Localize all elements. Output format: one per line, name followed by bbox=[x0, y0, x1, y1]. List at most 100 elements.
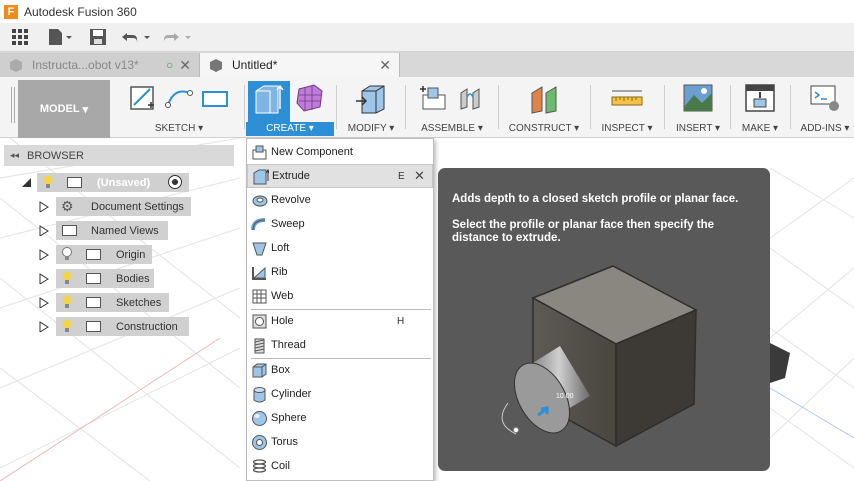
close-icon[interactable]: ✕ bbox=[179, 57, 191, 74]
visibility-bulb-icon[interactable] bbox=[42, 175, 54, 189]
menu-item-new-component[interactable]: New Component bbox=[247, 140, 433, 164]
folder-icon bbox=[86, 297, 101, 308]
make-menu-label[interactable]: MAKE bbox=[742, 123, 770, 134]
collapse-icon[interactable]: ◂◂ bbox=[10, 150, 19, 161]
new-component-icon[interactable] bbox=[419, 83, 449, 113]
redo-button[interactable] bbox=[158, 23, 198, 52]
redo-icon bbox=[163, 33, 191, 43]
shortcut-key: H bbox=[397, 315, 405, 327]
menu-item-revolve[interactable]: Revolve bbox=[247, 188, 433, 212]
undo-button[interactable] bbox=[116, 23, 158, 52]
box-icon bbox=[252, 363, 267, 377]
folder-icon bbox=[86, 249, 101, 260]
item-label: Named Views bbox=[91, 224, 159, 237]
cylinder-icon bbox=[253, 386, 266, 402]
3d-print-icon[interactable] bbox=[744, 83, 776, 113]
grid-icon bbox=[12, 29, 28, 45]
form-icon[interactable] bbox=[294, 83, 324, 115]
menu-item-thread[interactable]: Thread bbox=[247, 333, 433, 357]
browser-header[interactable]: ◂◂ BROWSER bbox=[4, 145, 234, 166]
menu-item-rib[interactable]: Rib bbox=[247, 260, 433, 284]
data-panel-button[interactable] bbox=[0, 23, 40, 52]
scripts-icon[interactable] bbox=[809, 83, 841, 113]
document-icon bbox=[10, 59, 22, 72]
expand-right-icon[interactable] bbox=[38, 297, 49, 308]
torus-icon bbox=[252, 434, 267, 450]
tab-untitled[interactable]: Untitled* ✕ bbox=[200, 53, 400, 77]
line-icon[interactable] bbox=[164, 83, 194, 113]
joint-icon[interactable] bbox=[455, 83, 485, 113]
menu-label: Sphere bbox=[271, 412, 307, 424]
close-icon[interactable]: ✕ bbox=[414, 168, 425, 184]
expand-right-icon[interactable] bbox=[38, 249, 49, 260]
inspect-menu-label[interactable]: INSPECT bbox=[602, 123, 645, 134]
save-icon bbox=[90, 29, 106, 45]
save-button[interactable] bbox=[80, 23, 116, 52]
file-icon bbox=[49, 29, 72, 45]
tab-label: Untitled* bbox=[232, 58, 278, 72]
visibility-bulb-icon[interactable] bbox=[61, 271, 73, 285]
inspect-group: INSPECT ▾ bbox=[596, 77, 658, 138]
menu-item-cylinder[interactable]: Cylinder bbox=[247, 382, 433, 406]
activate-radio[interactable] bbox=[168, 175, 182, 189]
offset-plane-icon[interactable] bbox=[528, 83, 560, 115]
close-icon[interactable]: ✕ bbox=[379, 57, 391, 74]
expand-right-icon[interactable] bbox=[38, 201, 49, 212]
root-label: (Unsaved) bbox=[97, 176, 151, 189]
expand-right-icon[interactable] bbox=[38, 321, 49, 332]
model-body[interactable] bbox=[770, 343, 790, 383]
press-pull-icon[interactable] bbox=[354, 83, 388, 115]
toolbar-grip[interactable] bbox=[11, 87, 15, 123]
modify-menu-label[interactable]: MODIFY bbox=[348, 123, 387, 134]
loft-icon bbox=[252, 242, 267, 255]
menu-item-loft[interactable]: Loft bbox=[247, 236, 433, 260]
tab-instructables-robot[interactable]: Instructa...obot v13* ○ ✕ bbox=[0, 53, 200, 77]
ribbon-divider bbox=[336, 85, 337, 129]
browser-item-document-settings[interactable]: ⚙ Document Settings bbox=[56, 197, 191, 216]
menu-item-sweep[interactable]: Sweep bbox=[247, 212, 433, 236]
menu-label: Torus bbox=[271, 436, 298, 448]
menu-item-web[interactable]: Web bbox=[247, 284, 433, 308]
workspace-switcher[interactable]: MODEL ▾ bbox=[18, 80, 110, 138]
expand-right-icon[interactable] bbox=[38, 225, 49, 236]
ribbon-divider bbox=[498, 85, 499, 129]
workspace-label: MODEL bbox=[39, 103, 80, 115]
browser-root-node[interactable]: (Unsaved) bbox=[37, 173, 189, 192]
browser-item-sketches[interactable]: Sketches bbox=[56, 293, 169, 312]
browser-item-named-views[interactable]: Named Views bbox=[56, 221, 168, 240]
create-sketch-icon[interactable] bbox=[128, 83, 158, 113]
browser-item-origin[interactable]: Origin bbox=[56, 245, 152, 264]
addins-menu-label[interactable]: ADD-INS bbox=[801, 123, 842, 134]
menu-item-torus[interactable]: Torus bbox=[247, 430, 433, 454]
menu-item-sphere[interactable]: Sphere bbox=[247, 406, 433, 430]
ribbon-divider bbox=[244, 85, 245, 129]
insert-image-icon[interactable] bbox=[682, 83, 714, 113]
browser-item-bodies[interactable]: Bodies bbox=[56, 269, 154, 288]
expand-right-icon[interactable] bbox=[38, 273, 49, 284]
new-component-icon bbox=[252, 145, 267, 159]
menu-label: New Component bbox=[271, 146, 353, 158]
create-menu-label[interactable]: CREATE bbox=[266, 123, 306, 134]
expand-down-icon[interactable] bbox=[21, 177, 32, 188]
rib-icon bbox=[252, 266, 266, 280]
construct-menu-label[interactable]: CONSTRUCT bbox=[509, 123, 572, 134]
menu-item-extrude[interactable]: Extrude E ✕ bbox=[247, 164, 433, 188]
visibility-bulb-off-icon[interactable] bbox=[61, 247, 73, 261]
window-title: Autodesk Fusion 360 bbox=[24, 4, 137, 19]
browser-item-construction[interactable]: Construction bbox=[56, 317, 189, 336]
assemble-menu-label[interactable]: ASSEMBLE bbox=[421, 123, 475, 134]
sketch-menu-label[interactable]: SKETCH bbox=[155, 123, 196, 134]
menu-item-hole[interactable]: Hole H bbox=[247, 309, 433, 333]
insert-menu-label[interactable]: INSERT bbox=[676, 123, 712, 134]
item-label: Origin bbox=[116, 248, 146, 261]
menu-item-box[interactable]: Box bbox=[247, 358, 433, 382]
file-menu-button[interactable] bbox=[40, 23, 80, 52]
measure-icon[interactable] bbox=[610, 83, 644, 113]
sync-status-icon: ○ bbox=[166, 58, 174, 72]
visibility-bulb-icon[interactable] bbox=[61, 319, 73, 333]
item-label: Construction bbox=[116, 320, 178, 333]
component-icon bbox=[67, 177, 82, 188]
rectangle-icon[interactable] bbox=[200, 83, 230, 113]
menu-item-coil[interactable]: Coil bbox=[247, 454, 433, 478]
visibility-bulb-icon[interactable] bbox=[61, 295, 73, 309]
